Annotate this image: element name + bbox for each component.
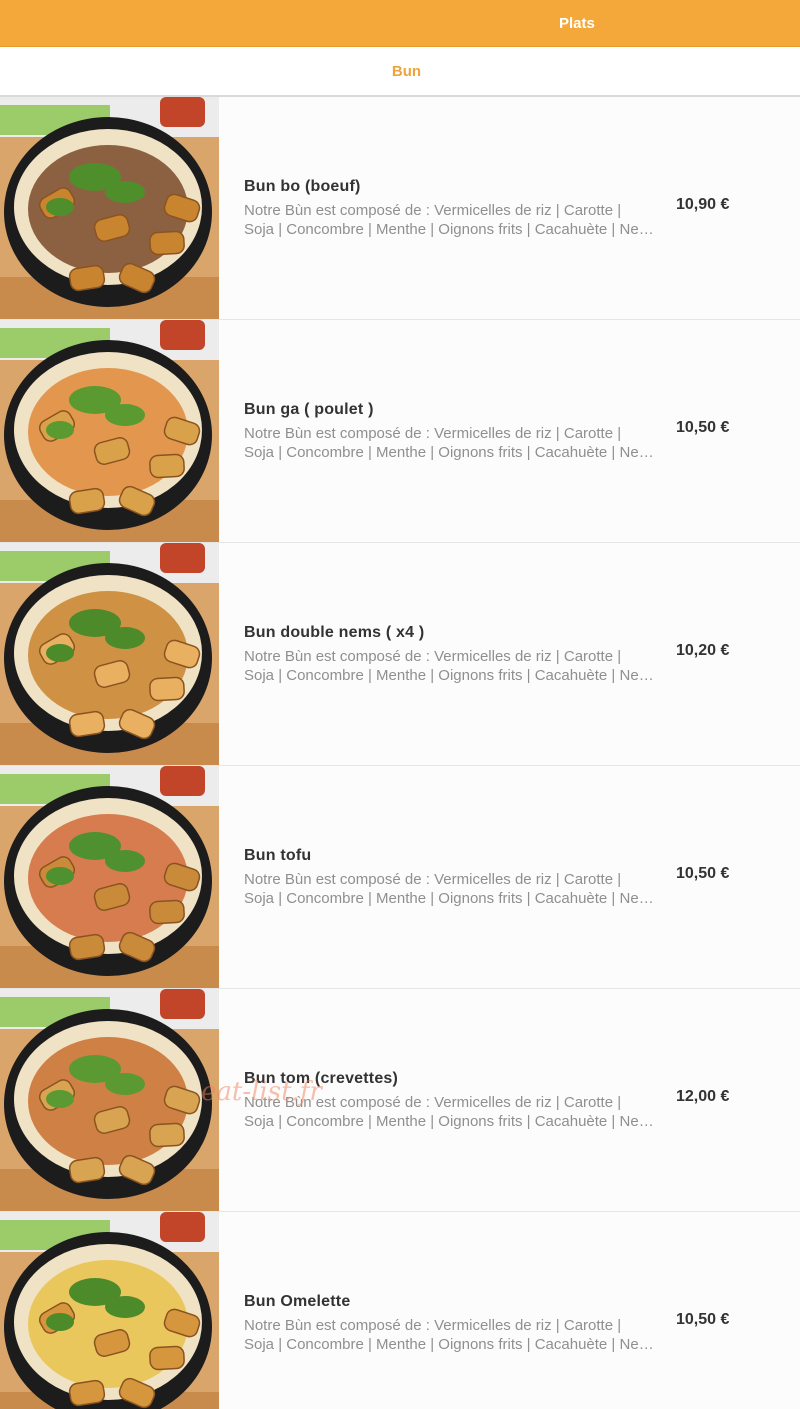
bun-bowl-tofu-photo [0, 766, 219, 988]
item-description-line: Soja | Concombre | Menthe | Oignons frit… [244, 221, 654, 238]
item-name: Bun double nems ( x4 ) [244, 624, 425, 641]
tab-bun[interactable]: Bun [392, 63, 421, 80]
bun-bowl-omelette-photo [0, 1212, 219, 1409]
list-item[interactable]: Bun double nems ( x4 ) Notre Bùn est comp… [0, 543, 800, 766]
item-price: 10,90 € [676, 196, 730, 213]
item-name: Bun Omelette [244, 1293, 351, 1310]
item-description-line: Soja | Concombre | Menthe | Oignons frit… [244, 890, 654, 907]
list-item[interactable]: Bun tom (crevettes) Notre Bùn est composé… [0, 989, 800, 1212]
item-description: Notre Bùn est composé de : Vermicelles d… [244, 424, 654, 462]
item-name: Bun tom (crevettes) [244, 1070, 399, 1087]
item-description: Notre Bùn est composé de : Vermicelles d… [244, 201, 654, 239]
bun-bowl-shrimp-photo [0, 989, 219, 1211]
item-name: Bun ga ( poulet ) [244, 401, 374, 418]
item-price: 10,50 € [676, 419, 730, 436]
list-item[interactable]: Bun Omelette Notre Bùn est composé de : V… [0, 1212, 800, 1409]
item-name: Bun tofu [244, 847, 312, 864]
bun-bowl-beef-photo [0, 97, 219, 319]
category-bar: Bun [0, 47, 800, 97]
item-description-line: Soja | Concombre | Menthe | Oignons frit… [244, 1336, 654, 1353]
item-description-line: Soja | Concombre | Menthe | Oignons frit… [244, 667, 654, 684]
menu-list: Bun bo (boeuf) Notre Bùn est composé de :… [0, 97, 800, 1409]
item-price: 10,20 € [676, 642, 730, 659]
item-description-line: Soja | Concombre | Menthe | Oignons frit… [244, 444, 654, 461]
item-description-line: Notre Bùn est composé de : Vermicelles d… [244, 1317, 622, 1334]
item-price: 10,50 € [676, 865, 730, 882]
item-description: Notre Bùn est composé de : Vermicelles d… [244, 1093, 654, 1131]
list-item[interactable]: Bun ga ( poulet ) Notre Bùn est composé d… [0, 320, 800, 543]
page-title: Plats [559, 14, 595, 32]
item-description-line: Soja | Concombre | Menthe | Oignons frit… [244, 1113, 654, 1130]
list-item[interactable]: Bun bo (boeuf) Notre Bùn est composé de :… [0, 97, 800, 320]
item-description: Notre Bùn est composé de : Vermicelles d… [244, 870, 654, 908]
item-name: Bun bo (boeuf) [244, 178, 361, 195]
item-description-line: Notre Bùn est composé de : Vermicelles d… [244, 871, 622, 888]
item-price: 10,50 € [676, 1311, 730, 1328]
top-bar: Plats [0, 0, 800, 47]
item-description: Notre Bùn est composé de : Vermicelles d… [244, 647, 654, 685]
item-description-line: Notre Bùn est composé de : Vermicelles d… [244, 1094, 622, 1111]
item-description: Notre Bùn est composé de : Vermicelles d… [244, 1316, 654, 1354]
item-price: 12,00 € [676, 1088, 730, 1105]
item-description-line: Notre Bùn est composé de : Vermicelles d… [244, 648, 622, 665]
bun-bowl-nems-photo [0, 543, 219, 765]
item-description-line: Notre Bùn est composé de : Vermicelles d… [244, 425, 622, 442]
bun-bowl-chicken-photo [0, 320, 219, 542]
item-description-line: Notre Bùn est composé de : Vermicelles d… [244, 202, 622, 219]
list-item[interactable]: Bun tofu Notre Bùn est composé de : Vermi… [0, 766, 800, 989]
